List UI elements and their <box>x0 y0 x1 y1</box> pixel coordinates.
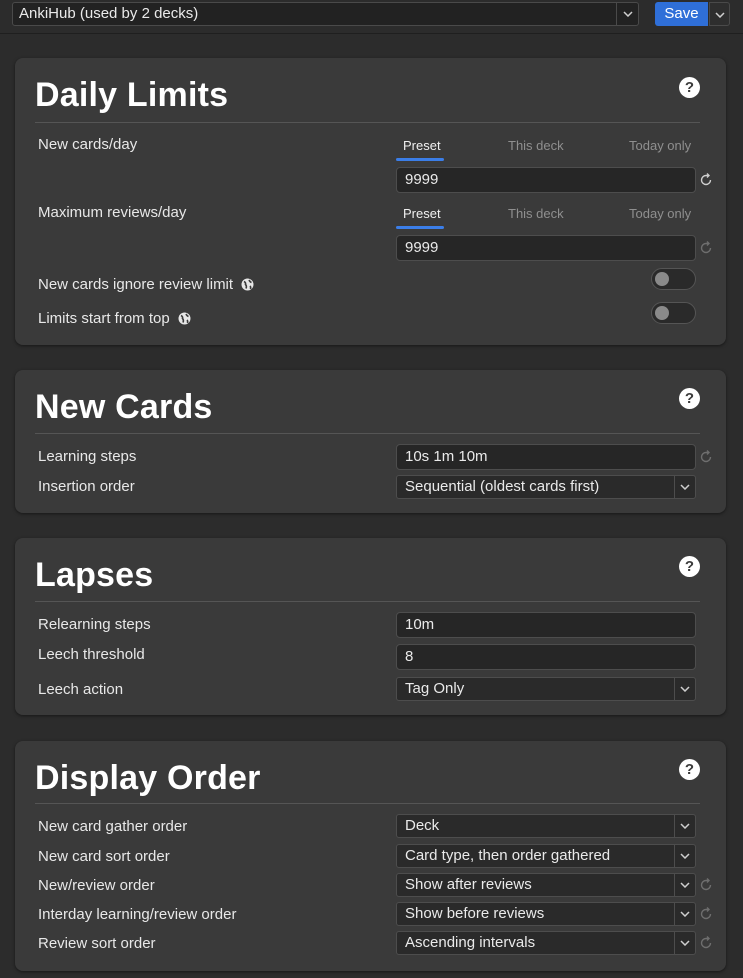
insertion-order-label: Insertion order <box>38 478 135 495</box>
sort-order-value: Card type, then order gathered <box>405 847 611 864</box>
new-cards-per-day-input[interactable]: 9999 <box>396 167 696 193</box>
lapses-card: Lapses ? Relearning steps 10m Leech thre… <box>15 538 726 715</box>
new-cards-card: New Cards ? Learning steps 10s 1m 10m In… <box>15 370 726 513</box>
learning-steps-input[interactable]: 10s 1m 10m <box>396 444 696 470</box>
limits-start-from-top-toggle[interactable] <box>651 302 696 324</box>
preset-toolbar: AnkiHub (used by 2 decks) Save <box>0 0 743 34</box>
interday-order-label: Interday learning/review order <box>38 906 237 923</box>
chevron-down-icon <box>616 3 638 25</box>
review-sort-order-label: Review sort order <box>38 935 156 952</box>
revert-icon <box>699 241 713 255</box>
tab-preset[interactable]: Preset <box>403 206 441 221</box>
review-sort-order-value: Ascending intervals <box>405 934 536 951</box>
new-cards-per-day-label: New cards/day <box>38 136 138 153</box>
display-order-card: Display Order ? New card gather order De… <box>15 741 726 971</box>
help-circle-icon[interactable]: ? <box>679 388 700 409</box>
review-sort-order-select[interactable]: Ascending intervals <box>396 931 696 955</box>
section-divider <box>35 433 700 434</box>
help-circle-icon[interactable]: ? <box>679 77 700 98</box>
revert-icon <box>699 878 713 892</box>
help-circle-icon[interactable]: ? <box>679 759 700 780</box>
tab-this-deck[interactable]: This deck <box>508 206 564 221</box>
new-cards-limit-tabs: Preset This deck Today only <box>396 138 696 164</box>
globe-icon <box>178 312 191 325</box>
section-title: Lapses <box>35 556 154 594</box>
leech-action-value: Tag Only <box>405 680 465 697</box>
chevron-down-icon <box>674 874 695 896</box>
max-reviews-limit-tabs: Preset This deck Today only <box>396 206 696 232</box>
sort-order-label: New card sort order <box>38 848 170 865</box>
gather-order-select[interactable]: Deck <box>396 814 696 838</box>
relearning-steps-input[interactable]: 10m <box>396 612 696 638</box>
chevron-down-icon <box>674 815 695 837</box>
insertion-order-value: Sequential (oldest cards first) <box>405 478 600 495</box>
tab-preset[interactable]: Preset <box>403 138 441 153</box>
leech-threshold-input[interactable]: 8 <box>396 644 696 670</box>
new-review-order-label: New/review order <box>38 877 155 894</box>
new-review-order-select[interactable]: Show after reviews <box>396 873 696 897</box>
active-tab-indicator <box>396 158 444 161</box>
new-review-order-value: Show after reviews <box>405 876 532 893</box>
max-reviews-per-day-input[interactable]: 9999 <box>396 235 696 261</box>
preset-select-label: AnkiHub (used by 2 decks) <box>19 5 199 22</box>
revert-icon <box>699 936 713 950</box>
active-tab-indicator <box>396 226 444 229</box>
globe-icon <box>241 278 254 291</box>
leech-action-label: Leech action <box>38 681 124 698</box>
preset-select[interactable]: AnkiHub (used by 2 decks) <box>12 2 639 26</box>
tab-today-only[interactable]: Today only <box>629 138 691 153</box>
daily-limits-card: Daily Limits ? New cards/day Preset This… <box>15 58 726 345</box>
save-button[interactable]: Save <box>655 2 708 26</box>
insertion-order-select[interactable]: Sequential (oldest cards first) <box>396 475 696 499</box>
toggle-knob <box>655 306 669 320</box>
help-circle-icon[interactable]: ? <box>679 556 700 577</box>
ignore-review-limit-toggle[interactable] <box>651 268 696 290</box>
learning-steps-label: Learning steps <box>38 448 137 465</box>
gather-order-label: New card gather order <box>38 818 188 835</box>
section-title: New Cards <box>35 388 213 426</box>
section-title: Display Order <box>35 759 261 797</box>
section-title: Daily Limits <box>35 76 229 114</box>
chevron-down-icon <box>674 903 695 925</box>
revert-icon[interactable] <box>699 173 713 187</box>
interday-order-select[interactable]: Show before reviews <box>396 902 696 926</box>
section-divider <box>35 803 700 804</box>
tab-today-only[interactable]: Today only <box>629 206 691 221</box>
chevron-down-icon <box>714 5 725 23</box>
toggle-knob <box>655 272 669 286</box>
tab-this-deck[interactable]: This deck <box>508 138 564 153</box>
revert-icon <box>699 907 713 921</box>
chevron-down-icon <box>674 932 695 954</box>
leech-action-select[interactable]: Tag Only <box>396 677 696 701</box>
revert-icon <box>699 450 713 464</box>
interday-order-value: Show before reviews <box>405 905 545 922</box>
chevron-down-icon <box>674 845 695 867</box>
chevron-down-icon <box>674 678 695 700</box>
save-options-button[interactable] <box>709 2 730 26</box>
sort-order-select[interactable]: Card type, then order gathered <box>396 844 696 868</box>
section-divider <box>35 601 700 602</box>
relearning-steps-label: Relearning steps <box>38 616 151 633</box>
max-reviews-per-day-label: Maximum reviews/day <box>38 204 187 221</box>
chevron-down-icon <box>674 476 695 498</box>
ignore-review-limit-label: New cards ignore review limit <box>38 276 254 293</box>
gather-order-value: Deck <box>405 817 440 834</box>
leech-threshold-label: Leech threshold <box>38 646 145 663</box>
section-divider <box>35 122 700 123</box>
limits-start-from-top-label: Limits start from top <box>38 310 191 327</box>
